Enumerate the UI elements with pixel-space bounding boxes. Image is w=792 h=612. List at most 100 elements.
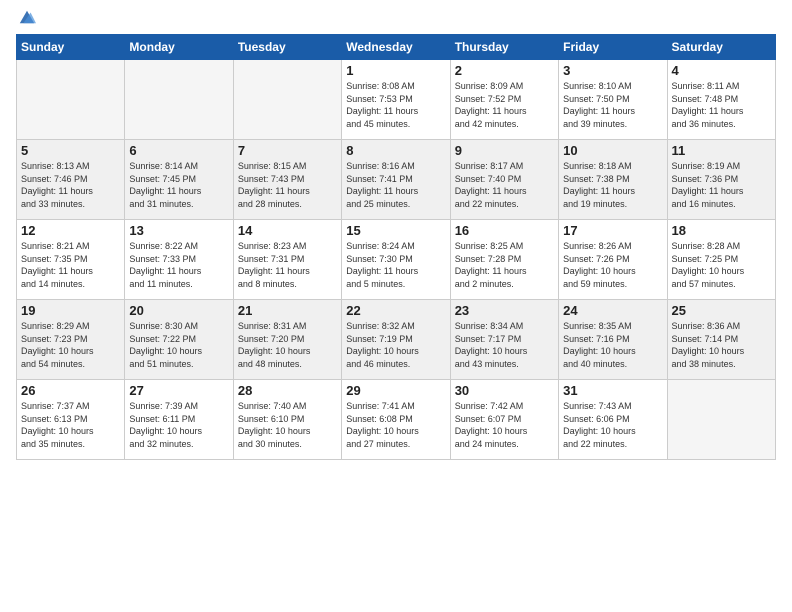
day-info: Sunrise: 8:13 AM Sunset: 7:46 PM Dayligh… — [21, 160, 120, 210]
day-info: Sunrise: 8:23 AM Sunset: 7:31 PM Dayligh… — [238, 240, 337, 290]
day-number: 6 — [129, 143, 228, 158]
day-info: Sunrise: 8:19 AM Sunset: 7:36 PM Dayligh… — [672, 160, 771, 210]
day-info: Sunrise: 8:11 AM Sunset: 7:48 PM Dayligh… — [672, 80, 771, 130]
day-info: Sunrise: 8:15 AM Sunset: 7:43 PM Dayligh… — [238, 160, 337, 210]
day-number: 31 — [563, 383, 662, 398]
day-info: Sunrise: 8:35 AM Sunset: 7:16 PM Dayligh… — [563, 320, 662, 370]
day-info: Sunrise: 8:34 AM Sunset: 7:17 PM Dayligh… — [455, 320, 554, 370]
calendar-cell: 8 Sunrise: 8:16 AM Sunset: 7:41 PM Daylig… — [342, 140, 450, 220]
day-number: 7 — [238, 143, 337, 158]
day-number: 25 — [672, 303, 771, 318]
weekday-header: Sunday — [17, 35, 125, 60]
day-info: Sunrise: 7:37 AM Sunset: 6:13 PM Dayligh… — [21, 400, 120, 450]
day-info: Sunrise: 8:24 AM Sunset: 7:30 PM Dayligh… — [346, 240, 445, 290]
calendar-cell: 17 Sunrise: 8:26 AM Sunset: 7:26 PM Dayli… — [559, 220, 667, 300]
day-info: Sunrise: 7:40 AM Sunset: 6:10 PM Dayligh… — [238, 400, 337, 450]
calendar-cell: 28 Sunrise: 7:40 AM Sunset: 6:10 PM Dayli… — [233, 380, 341, 460]
day-number: 17 — [563, 223, 662, 238]
calendar-cell: 15 Sunrise: 8:24 AM Sunset: 7:30 PM Dayli… — [342, 220, 450, 300]
calendar-cell: 25 Sunrise: 8:36 AM Sunset: 7:14 PM Dayli… — [667, 300, 775, 380]
weekday-header: Wednesday — [342, 35, 450, 60]
calendar-cell — [233, 60, 341, 140]
calendar-cell: 26 Sunrise: 7:37 AM Sunset: 6:13 PM Dayli… — [17, 380, 125, 460]
calendar-cell: 31 Sunrise: 7:43 AM Sunset: 6:06 PM Dayli… — [559, 380, 667, 460]
day-number: 3 — [563, 63, 662, 78]
day-number: 14 — [238, 223, 337, 238]
calendar-week-row: 12Sunrise: 8:21 AM Sunset: 7:35 PM Dayli… — [17, 220, 776, 300]
calendar-cell — [125, 60, 233, 140]
calendar-week-row: 26 Sunrise: 7:37 AM Sunset: 6:13 PM Dayli… — [17, 380, 776, 460]
calendar-cell: 21 Sunrise: 8:31 AM Sunset: 7:20 PM Dayli… — [233, 300, 341, 380]
calendar-cell: 11 Sunrise: 8:19 AM Sunset: 7:36 PM Dayli… — [667, 140, 775, 220]
day-number: 19 — [21, 303, 120, 318]
day-number: 26 — [21, 383, 120, 398]
calendar-cell: 27 Sunrise: 7:39 AM Sunset: 6:11 PM Dayli… — [125, 380, 233, 460]
day-number: 11 — [672, 143, 771, 158]
day-number: 18 — [672, 223, 771, 238]
calendar-cell: 10 Sunrise: 8:18 AM Sunset: 7:38 PM Dayli… — [559, 140, 667, 220]
day-number: 24 — [563, 303, 662, 318]
day-info: Sunrise: 8:14 AM Sunset: 7:45 PM Dayligh… — [129, 160, 228, 210]
day-info: Sunrise: 8:18 AM Sunset: 7:38 PM Dayligh… — [563, 160, 662, 210]
day-info: Sunrise: 8:32 AM Sunset: 7:19 PM Dayligh… — [346, 320, 445, 370]
day-number: 28 — [238, 383, 337, 398]
weekday-header-row: SundayMondayTuesdayWednesdayThursdayFrid… — [17, 35, 776, 60]
day-info: Sunrise: 8:17 AM Sunset: 7:40 PM Dayligh… — [455, 160, 554, 210]
calendar-cell: 19 Sunrise: 8:29 AM Sunset: 7:23 PM Dayli… — [17, 300, 125, 380]
calendar-cell: 2Sunrise: 8:09 AM Sunset: 7:52 PM Daylig… — [450, 60, 558, 140]
calendar-cell: 23 Sunrise: 8:34 AM Sunset: 7:17 PM Dayli… — [450, 300, 558, 380]
weekday-header: Monday — [125, 35, 233, 60]
day-number: 4 — [672, 63, 771, 78]
day-info: Sunrise: 8:22 AM Sunset: 7:33 PM Dayligh… — [129, 240, 228, 290]
weekday-header: Tuesday — [233, 35, 341, 60]
day-number: 12 — [21, 223, 120, 238]
day-number: 8 — [346, 143, 445, 158]
calendar-cell: 3 Sunrise: 8:10 AM Sunset: 7:50 PM Daylig… — [559, 60, 667, 140]
header — [16, 10, 776, 26]
day-info: Sunrise: 7:42 AM Sunset: 6:07 PM Dayligh… — [455, 400, 554, 450]
day-number: 1 — [346, 63, 445, 78]
day-number: 15 — [346, 223, 445, 238]
day-info: Sunrise: 8:16 AM Sunset: 7:41 PM Dayligh… — [346, 160, 445, 210]
day-number: 27 — [129, 383, 228, 398]
calendar-cell: 9 Sunrise: 8:17 AM Sunset: 7:40 PM Daylig… — [450, 140, 558, 220]
logo — [16, 10, 36, 26]
day-info: Sunrise: 7:41 AM Sunset: 6:08 PM Dayligh… — [346, 400, 445, 450]
calendar-cell: 4 Sunrise: 8:11 AM Sunset: 7:48 PM Daylig… — [667, 60, 775, 140]
calendar-cell: 13Sunrise: 8:22 AM Sunset: 7:33 PM Dayli… — [125, 220, 233, 300]
day-info: Sunrise: 8:30 AM Sunset: 7:22 PM Dayligh… — [129, 320, 228, 370]
day-number: 5 — [21, 143, 120, 158]
calendar-cell: 22Sunrise: 8:32 AM Sunset: 7:19 PM Dayli… — [342, 300, 450, 380]
calendar-cell: 5 Sunrise: 8:13 AM Sunset: 7:46 PM Daylig… — [17, 140, 125, 220]
day-info: Sunrise: 8:36 AM Sunset: 7:14 PM Dayligh… — [672, 320, 771, 370]
day-info: Sunrise: 7:43 AM Sunset: 6:06 PM Dayligh… — [563, 400, 662, 450]
calendar-cell: 24 Sunrise: 8:35 AM Sunset: 7:16 PM Dayli… — [559, 300, 667, 380]
calendar-cell: 7 Sunrise: 8:15 AM Sunset: 7:43 PM Daylig… — [233, 140, 341, 220]
day-info: Sunrise: 8:31 AM Sunset: 7:20 PM Dayligh… — [238, 320, 337, 370]
day-info: Sunrise: 7:39 AM Sunset: 6:11 PM Dayligh… — [129, 400, 228, 450]
calendar-cell — [667, 380, 775, 460]
day-info: Sunrise: 8:29 AM Sunset: 7:23 PM Dayligh… — [21, 320, 120, 370]
day-number: 10 — [563, 143, 662, 158]
calendar-cell: 12Sunrise: 8:21 AM Sunset: 7:35 PM Dayli… — [17, 220, 125, 300]
calendar-cell: 20 Sunrise: 8:30 AM Sunset: 7:22 PM Dayli… — [125, 300, 233, 380]
day-number: 2 — [455, 63, 554, 78]
calendar-week-row: 19 Sunrise: 8:29 AM Sunset: 7:23 PM Dayli… — [17, 300, 776, 380]
logo-icon — [18, 8, 36, 26]
day-number: 9 — [455, 143, 554, 158]
weekday-header: Friday — [559, 35, 667, 60]
calendar-cell: 1 Sunrise: 8:08 AM Sunset: 7:53 PM Daylig… — [342, 60, 450, 140]
calendar-week-row: 1 Sunrise: 8:08 AM Sunset: 7:53 PM Daylig… — [17, 60, 776, 140]
day-number: 23 — [455, 303, 554, 318]
day-info: Sunrise: 8:10 AM Sunset: 7:50 PM Dayligh… — [563, 80, 662, 130]
calendar-cell: 16Sunrise: 8:25 AM Sunset: 7:28 PM Dayli… — [450, 220, 558, 300]
day-info: Sunrise: 8:25 AM Sunset: 7:28 PM Dayligh… — [455, 240, 554, 290]
calendar-cell: 6 Sunrise: 8:14 AM Sunset: 7:45 PM Daylig… — [125, 140, 233, 220]
day-info: Sunrise: 8:08 AM Sunset: 7:53 PM Dayligh… — [346, 80, 445, 130]
day-number: 20 — [129, 303, 228, 318]
day-number: 21 — [238, 303, 337, 318]
day-info: Sunrise: 8:26 AM Sunset: 7:26 PM Dayligh… — [563, 240, 662, 290]
day-number: 29 — [346, 383, 445, 398]
day-number: 30 — [455, 383, 554, 398]
calendar-page: SundayMondayTuesdayWednesdayThursdayFrid… — [0, 0, 792, 612]
